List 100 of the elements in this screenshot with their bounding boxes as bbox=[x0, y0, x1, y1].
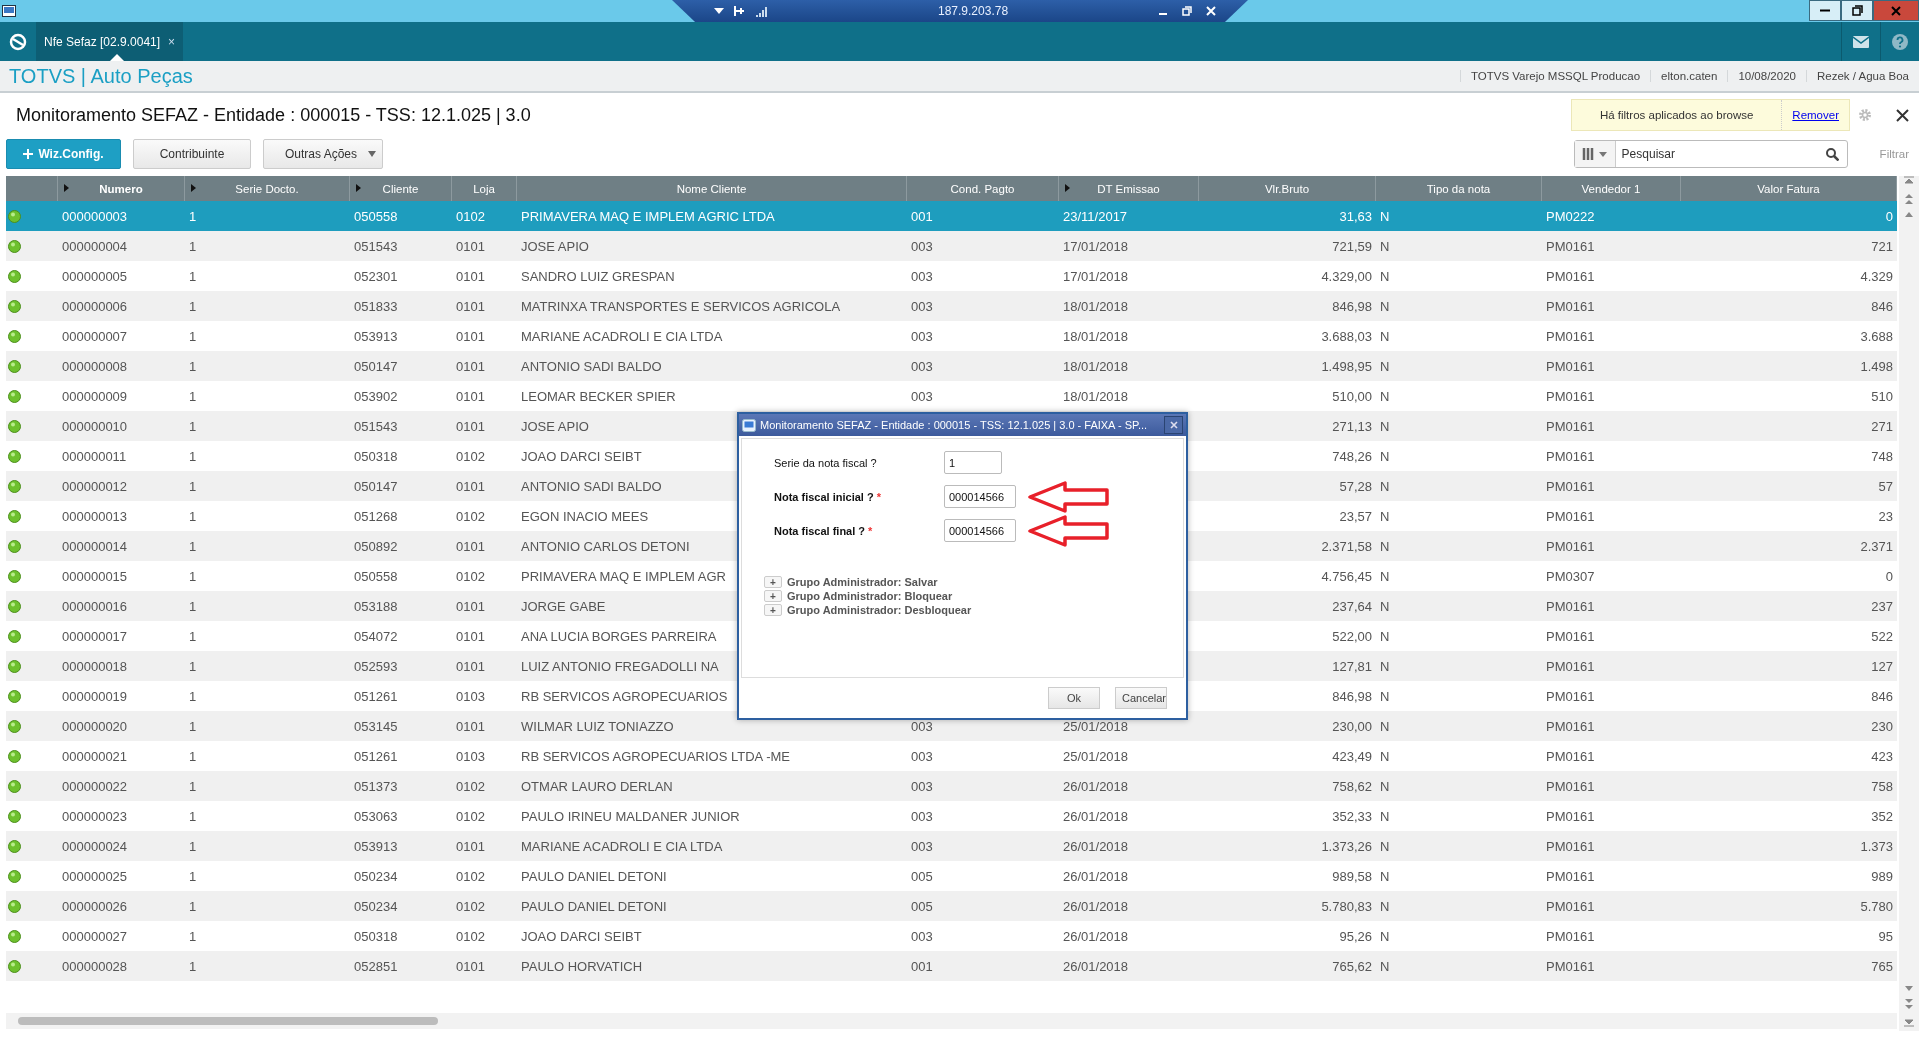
expand-toggle[interactable]: + bbox=[764, 576, 782, 588]
table-cell: PAULO HORVATICH bbox=[521, 958, 643, 974]
table-cell: PM0161 bbox=[1546, 808, 1595, 824]
table-cell: 721 bbox=[1871, 238, 1893, 254]
toolbar-button[interactable]: Contribuinte bbox=[133, 139, 251, 169]
table-cell: 1 bbox=[189, 448, 197, 464]
horizontal-scrollbar[interactable] bbox=[6, 1013, 1897, 1029]
columns-icon[interactable] bbox=[1581, 148, 1608, 160]
scroll-down-icon[interactable] bbox=[1904, 985, 1914, 991]
actions-menu-button[interactable]: Outras Ações bbox=[263, 139, 383, 169]
table-cell: 57,28 bbox=[1339, 478, 1372, 494]
table-cell: 003 bbox=[911, 388, 933, 404]
input-field[interactable]: 000014566 bbox=[944, 485, 1016, 508]
session-info: Rezek / Agua Boa bbox=[1805, 70, 1919, 82]
status-dot-icon bbox=[8, 809, 21, 823]
status-dot-icon bbox=[8, 299, 21, 313]
table-cell: 053188 bbox=[354, 598, 398, 614]
table-cell: 003 bbox=[911, 358, 933, 374]
restore-icon[interactable] bbox=[1182, 6, 1193, 16]
table-cell: N bbox=[1380, 928, 1390, 944]
search-box[interactable]: Pesquisar bbox=[1573, 140, 1848, 168]
remove-filter-link[interactable]: Remover bbox=[1781, 100, 1849, 130]
input-field[interactable]: 000014566 bbox=[944, 519, 1016, 542]
table-cell: PM0161 bbox=[1546, 238, 1595, 254]
table-cell: 95,26 bbox=[1339, 928, 1372, 944]
table-cell: 3.688,03 bbox=[1321, 328, 1372, 344]
table-cell: PM0161 bbox=[1546, 958, 1595, 974]
table-cell: 748 bbox=[1871, 448, 1893, 464]
search-icon[interactable] bbox=[1825, 147, 1839, 161]
field-label: Nota fiscal final ? * bbox=[773, 525, 874, 537]
pin-icon[interactable] bbox=[734, 5, 746, 17]
status-dot-icon bbox=[8, 869, 21, 883]
table-cell: 000000024 bbox=[62, 838, 128, 854]
table-cell: 5.780 bbox=[1860, 898, 1893, 914]
table-cell: 005 bbox=[911, 868, 933, 884]
vertical-scrollbar[interactable] bbox=[1899, 176, 1919, 1031]
table-cell: 050558 bbox=[354, 208, 398, 224]
table-cell: ANTONIO SADI BALDO bbox=[521, 358, 662, 374]
table-cell: 846,98 bbox=[1332, 298, 1372, 314]
page-down-icon[interactable] bbox=[1904, 997, 1914, 1009]
table-cell: N bbox=[1380, 958, 1390, 974]
close-button[interactable] bbox=[1873, 0, 1919, 21]
table-cell: PM0161 bbox=[1546, 508, 1595, 524]
table-cell: 1.498,95 bbox=[1321, 358, 1372, 374]
group-label[interactable]: Grupo Administrador: Salvar bbox=[787, 576, 938, 588]
sort-icon[interactable] bbox=[1065, 184, 1070, 192]
table-cell: 0101 bbox=[456, 358, 485, 374]
expand-toggle[interactable]: + bbox=[764, 604, 782, 616]
field-label: Nota fiscal inicial ? * bbox=[773, 491, 882, 503]
table-cell: 17/01/2018 bbox=[1063, 268, 1129, 284]
table-cell: 0101 bbox=[456, 838, 485, 854]
dialog-button[interactable]: Cancelar bbox=[1115, 687, 1167, 709]
group-label[interactable]: Grupo Administrador: Desbloquear bbox=[787, 604, 972, 616]
minimize-button[interactable] bbox=[1809, 0, 1841, 21]
help-icon[interactable] bbox=[1892, 33, 1908, 50]
sort-icon[interactable] bbox=[191, 184, 196, 192]
expand-toggle[interactable]: + bbox=[764, 590, 782, 602]
table-cell: 001 bbox=[911, 958, 933, 974]
table-cell: ANTONIO CARLOS DETONI bbox=[521, 538, 690, 554]
table-cell: PM0161 bbox=[1546, 418, 1595, 434]
mail-icon[interactable] bbox=[1853, 35, 1869, 48]
group-label[interactable]: Grupo Administrador: Bloquear bbox=[787, 590, 953, 602]
table-cell: 0102 bbox=[456, 898, 485, 914]
table-cell: 765 bbox=[1871, 958, 1893, 974]
caret-icon[interactable] bbox=[714, 8, 724, 14]
table-cell: PRIMAVERA MAQ E IMPLEM AGR bbox=[521, 568, 726, 584]
table-cell: 003 bbox=[911, 748, 933, 764]
table-cell: 003 bbox=[911, 718, 933, 734]
table-cell: 26/01/2018 bbox=[1063, 808, 1129, 824]
table-cell: 0101 bbox=[456, 598, 485, 614]
sort-icon[interactable] bbox=[64, 184, 69, 192]
table-cell: PM0161 bbox=[1546, 628, 1595, 644]
table-cell: 052301 bbox=[354, 268, 398, 284]
table-cell: 26/01/2018 bbox=[1063, 958, 1129, 974]
close-button[interactable] bbox=[1164, 416, 1183, 434]
table-cell: PRIMAVERA MAQ E IMPLEM AGRIC LTDA bbox=[521, 208, 775, 224]
status-dot-icon bbox=[8, 599, 21, 613]
dialog-button[interactable]: Ok bbox=[1048, 687, 1100, 709]
tab[interactable]: Nfe Sefaz [02.9.0041] × bbox=[36, 22, 184, 61]
sort-icon[interactable] bbox=[356, 184, 361, 192]
table-cell: 1.373 bbox=[1860, 838, 1893, 854]
input-field[interactable]: 1 bbox=[944, 451, 1002, 474]
table-cell: N bbox=[1380, 808, 1390, 824]
table-cell: 000000026 bbox=[62, 898, 128, 914]
page-up-icon[interactable] bbox=[1904, 194, 1914, 206]
close-icon[interactable] bbox=[1896, 108, 1909, 122]
filter-notice: Há filtros aplicados ao browse Remover bbox=[1570, 99, 1850, 131]
table-cell: 721,59 bbox=[1332, 238, 1372, 254]
table-cell: 95 bbox=[1878, 928, 1893, 944]
table-cell: 522,00 bbox=[1332, 628, 1372, 644]
table-cell: PM0307 bbox=[1546, 568, 1595, 584]
table-cell: 127 bbox=[1871, 658, 1893, 674]
table-cell: 0101 bbox=[456, 628, 485, 644]
table-cell: JOAO DARCI SEIBT bbox=[521, 928, 642, 944]
scroll-up-icon[interactable] bbox=[1904, 212, 1914, 218]
status-dot-icon bbox=[8, 749, 21, 763]
table-cell: 522 bbox=[1871, 628, 1893, 644]
restore-button[interactable] bbox=[1841, 0, 1873, 21]
table-cell: N bbox=[1380, 868, 1390, 884]
table-cell: 0102 bbox=[456, 808, 485, 824]
